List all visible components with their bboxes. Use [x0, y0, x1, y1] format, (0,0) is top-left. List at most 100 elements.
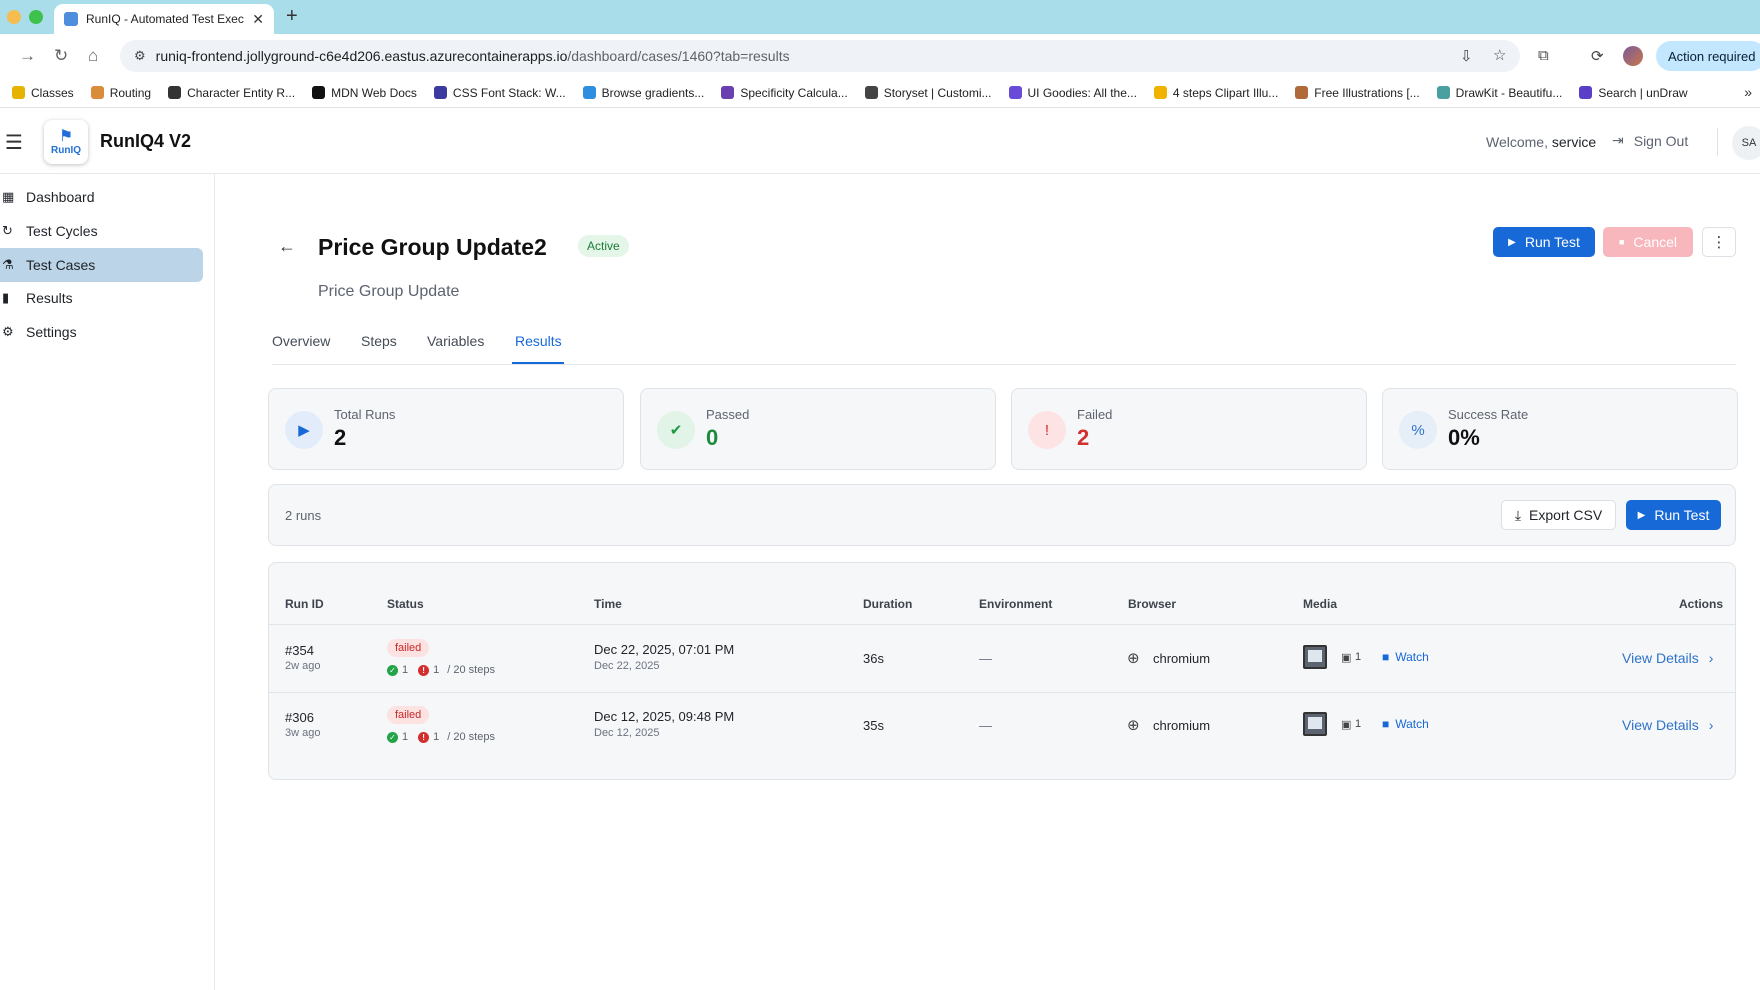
run-test-button[interactable]: ▶ Run Test — [1493, 227, 1595, 257]
bookmark-item[interactable]: MDN Web Docs — [312, 86, 417, 100]
home-icon[interactable]: ⌂ — [88, 46, 98, 66]
column-header: Browser — [1128, 597, 1177, 611]
view-details-label: View Details — [1622, 650, 1699, 666]
screenshot-thumbnail[interactable] — [1303, 645, 1327, 669]
tab-overview[interactable]: Overview — [272, 333, 330, 349]
status-badge: Active — [578, 235, 629, 257]
watch-video-button[interactable]: ■ Watch — [1382, 650, 1429, 664]
action-required-button[interactable]: Action required — [1656, 41, 1760, 71]
column-header: Status — [387, 597, 424, 611]
bookmark-item[interactable]: Character Entity R... — [168, 86, 295, 100]
bookmark-favicon-icon — [12, 86, 25, 99]
results-table: Run ID Status Time Duration Environment Brows… — [268, 562, 1736, 780]
tab-variables[interactable]: Variables — [427, 333, 484, 349]
close-tab-icon[interactable]: ✕ — [252, 11, 264, 28]
more-vertical-icon: ⋮ — [1711, 234, 1727, 251]
bookmark-label: 4 steps Clipart Illu... — [1172, 85, 1279, 100]
bookmark-label: Specificity Calcula... — [740, 85, 848, 100]
cancel-button[interactable]: ■ Cancel — [1603, 227, 1693, 257]
bookmark-favicon-icon — [721, 86, 735, 99]
play-icon: ▶ — [285, 411, 323, 449]
watch-video-button[interactable]: ■ Watch — [1382, 717, 1429, 731]
browser-name: chromium — [1153, 718, 1211, 733]
logout-icon: ⇥ — [1612, 132, 1624, 148]
menu-icon[interactable]: ☰ — [5, 130, 23, 155]
run-test-label: Run Test — [1524, 234, 1580, 250]
tab-favicon-icon — [64, 12, 78, 26]
bookmark-label: Routing — [109, 85, 152, 100]
table-row[interactable]: #306 3w ago failed ✓ 1! 1/ 20 steps Dec 12, 20… — [269, 692, 1735, 759]
bookmark-item[interactable]: DrawKit - Beautifu... — [1436, 86, 1562, 100]
install-app-icon[interactable]: ⇩ — [1460, 47, 1473, 65]
site-info-icon[interactable]: ⚙ — [134, 48, 146, 64]
check-circle-icon: ✔ — [657, 411, 695, 449]
bookmark-item[interactable]: 4 steps Clipart Illu... — [1153, 85, 1279, 100]
more-options-button[interactable]: ⋮ — [1702, 227, 1736, 257]
address-bar[interactable]: ⚙ runiq-frontend.jollyground-c6e4d206.ea… — [120, 40, 1520, 72]
run-test-label: Run Test — [1654, 507, 1710, 523]
bookmark-favicon-icon — [312, 86, 326, 99]
bookmark-item[interactable]: UI Goodies: All the... — [1008, 85, 1137, 100]
sign-out-button[interactable]: ⇥ Sign Out — [1612, 132, 1688, 149]
bookmark-label: UI Goodies: All the... — [1027, 85, 1137, 100]
globe-icon: ⊕ — [1127, 717, 1140, 734]
status-badge: failed — [387, 706, 430, 724]
play-icon: ▶ — [1508, 236, 1516, 248]
profile-avatar[interactable] — [1623, 46, 1643, 66]
forward-icon[interactable]: → — [19, 46, 36, 66]
tab-results[interactable]: Results — [515, 333, 562, 349]
browser-tab[interactable]: RunIQ - Automated Test Exec ✕ — [54, 4, 274, 34]
bookmark-favicon-icon — [1436, 86, 1450, 99]
extensions-icon[interactable]: ⧉ — [1538, 47, 1549, 64]
step-summary: ✓ 1! 1/ 20 steps — [387, 664, 495, 676]
run-environment: — — [979, 651, 992, 666]
run-test-button-secondary[interactable]: ▶ Run Test — [1626, 500, 1721, 530]
sidebar-item-settings[interactable]: ⚙ Settings — [0, 315, 203, 349]
table-row[interactable]: #354 2w ago failed ✓ 1! 1/ 20 steps Dec 22, 20… — [269, 625, 1735, 692]
watch-label: Watch — [1395, 650, 1429, 664]
bookmark-favicon-icon — [90, 86, 104, 99]
bookmark-item[interactable]: Browse gradients... — [582, 86, 704, 100]
column-header: Run ID — [285, 597, 324, 611]
maximize-window-button[interactable] — [29, 10, 43, 24]
bookmark-item[interactable]: Specificity Calcula... — [721, 85, 848, 100]
bookmark-item[interactable]: Free Illustrations [... — [1295, 86, 1420, 100]
run-time: Dec 22, 2025, 07:01 PM — [594, 642, 735, 657]
sidebar-item-dashboard[interactable]: ▦ Dashboard — [0, 180, 203, 214]
bookmarks-overflow-icon[interactable]: » — [1744, 84, 1752, 100]
runs-count: 2 runs — [285, 508, 322, 523]
view-details-link[interactable]: View Details › — [1622, 650, 1713, 666]
export-csv-button[interactable]: ⤓ Export CSV — [1501, 500, 1616, 530]
logo-text: RunIQ — [51, 144, 81, 156]
app-header: ☰ ⚑ RunIQ RunIQ4 V2 Welcome, service ⇥ S… — [0, 110, 1760, 174]
sidebar-item-results[interactable]: ▮ Results — [0, 281, 203, 315]
tab-steps[interactable]: Steps — [361, 333, 397, 349]
sync-icon[interactable]: ⟳ — [1591, 47, 1604, 65]
bookmark-item[interactable]: Routing — [90, 85, 152, 100]
app-logo[interactable]: ⚑ RunIQ — [44, 120, 88, 164]
bookmark-item[interactable]: Search | unDraw — [1579, 86, 1688, 100]
browser-tab-bar: RunIQ - Automated Test Exec ✕ + — [0, 0, 1760, 34]
bookmark-label: Classes — [31, 85, 74, 100]
screenshot-thumbnail[interactable] — [1303, 712, 1327, 736]
sidebar-item-test-cycles[interactable]: ↻ Test Cycles — [0, 214, 203, 248]
sidebar-item-test-cases[interactable]: ⚗ Test Cases — [0, 248, 203, 282]
sign-out-label: Sign Out — [1633, 132, 1689, 149]
image-icon: ▣ — [1341, 719, 1352, 731]
new-tab-icon[interactable]: + — [286, 5, 298, 28]
back-arrow-icon[interactable]: ← — [278, 236, 296, 257]
user-avatar[interactable]: SA — [1732, 126, 1760, 160]
run-age: 3w ago — [285, 727, 321, 739]
bookmark-item[interactable]: CSS Font Stack: W... — [433, 86, 566, 100]
stat-card-total-runs: ▶ Total Runs 2 — [268, 388, 624, 470]
view-details-link[interactable]: View Details › — [1622, 717, 1713, 733]
bookmark-favicon-icon — [1295, 86, 1309, 99]
welcome-prefix: Welcome, — [1486, 134, 1548, 150]
page-subtitle: Price Group Update — [318, 283, 460, 300]
bookmark-star-icon[interactable]: ☆ — [1493, 46, 1506, 64]
bookmark-item[interactable]: Classes — [12, 86, 74, 100]
bar-chart-icon: ▮ — [2, 290, 10, 305]
minimize-window-button[interactable] — [7, 10, 21, 24]
reload-icon[interactable]: ↻ — [54, 46, 68, 66]
bookmark-item[interactable]: Storyset | Customi... — [864, 86, 992, 100]
